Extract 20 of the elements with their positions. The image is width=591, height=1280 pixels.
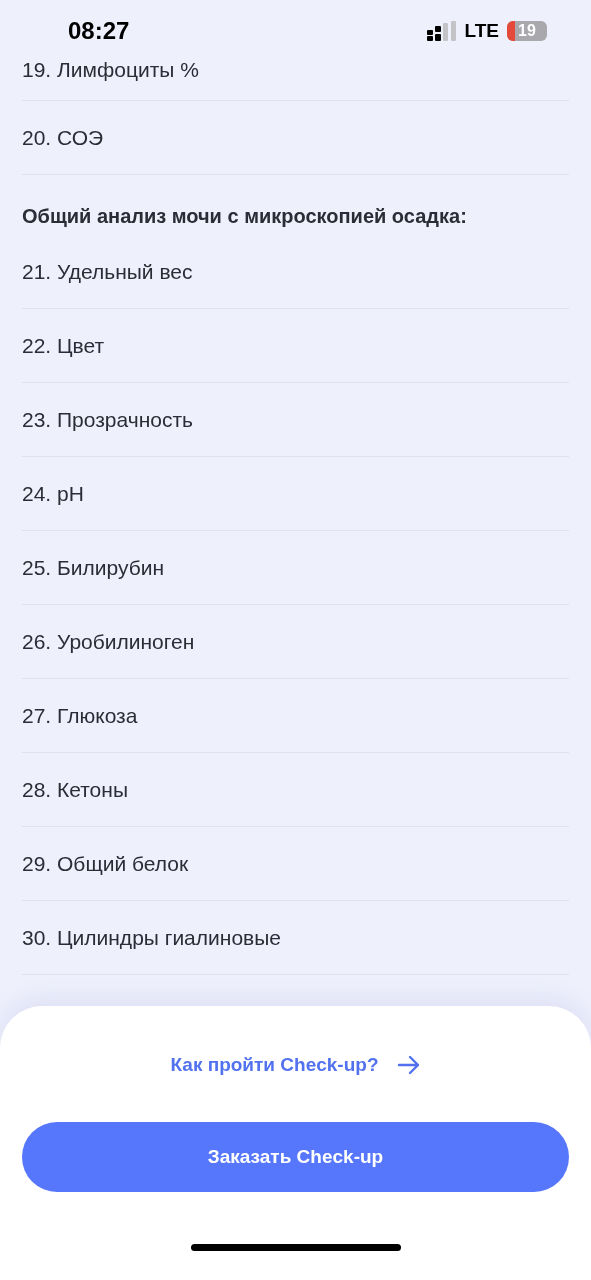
test-item: 26. Уробилиноген	[22, 629, 195, 654]
test-item: 30. Цилиндры гиалиновые	[22, 925, 281, 950]
battery-icon: 19	[507, 21, 547, 41]
network-label: LTE	[464, 20, 499, 42]
test-item: 23. Прозрачность	[22, 407, 194, 432]
test-item: 27. Глюкоза	[22, 703, 138, 728]
test-item: 28. Кетоны	[22, 777, 128, 802]
order-button[interactable]: Заказать Check-up	[22, 1122, 569, 1192]
how-to-link[interactable]: Как пройти Check-up?	[170, 1054, 421, 1076]
test-item: 29. Общий белок	[22, 851, 189, 876]
status-time: 08:27	[68, 17, 130, 45]
arrow-right-icon	[396, 1055, 421, 1075]
signal-icon	[426, 21, 457, 41]
section-heading: Общий анализ мочи с микроскопией осадка:	[22, 205, 467, 227]
test-item: 19. Лимфоциты %	[22, 58, 199, 82]
test-item: 21. Удельный вес	[22, 259, 193, 284]
test-item: 25. Билирубин	[22, 555, 165, 580]
test-item: 24. pH	[22, 481, 84, 506]
test-item: 20. СОЭ	[22, 125, 104, 150]
test-item: 22. Цвет	[22, 333, 105, 358]
